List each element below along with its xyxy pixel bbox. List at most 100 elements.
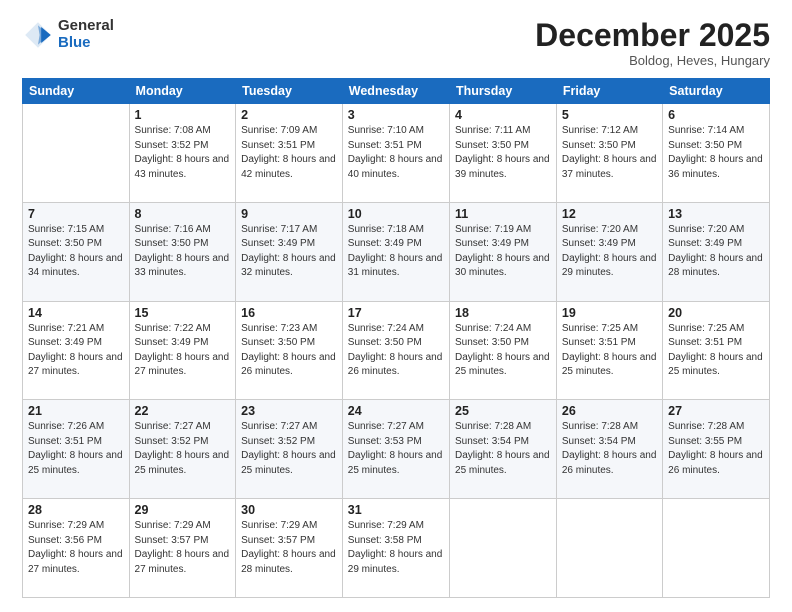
day-cell: 2 Sunrise: 7:09 AM Sunset: 3:51 PM Daylig… [236,104,343,203]
week-row-4: 28Sunrise: 7:29 AM Sunset: 3:56 PM Dayli… [23,499,770,598]
day-cell: 24 Sunrise: 7:27 AM Sunset: 3:53 PM Dayli… [342,400,449,499]
calendar-table: SundayMondayTuesdayWednesdayThursdayFrid… [22,78,770,598]
day-number: 6 [668,108,764,122]
day-info: Sunrise: 7:14 AM Sunset: 3:50 PM Dayligh… [668,124,764,182]
day-cell: 18Sunrise: 7:24 AM Sunset: 3:50 PM Dayli… [450,301,557,400]
day-number: 16 [241,306,337,320]
day-cell: 15 Sunrise: 7:22 AM Sunset: 3:49 PM Dayli… [129,301,236,400]
logo-blue-text: Blue [58,35,114,52]
day-number: 2 [241,108,337,122]
day-info: Sunrise: 7:26 AM Sunset: 3:51 PM Dayligh… [28,420,124,478]
day-header-thursday: Thursday [450,79,557,104]
day-number: 13 [668,207,764,221]
day-cell: 20 Sunrise: 7:25 AM Sunset: 3:51 PM Dayli… [663,301,770,400]
header-row: SundayMondayTuesdayWednesdayThursdayFrid… [23,79,770,104]
day-cell: 1Sunrise: 7:08 AM Sunset: 3:52 PM Daylig… [129,104,236,203]
day-info: Sunrise: 7:29 AM Sunset: 3:58 PM Dayligh… [348,519,444,577]
day-cell [663,499,770,598]
day-number: 5 [562,108,657,122]
day-info: Sunrise: 7:25 AM Sunset: 3:51 PM Dayligh… [562,322,657,380]
day-info: Sunrise: 7:15 AM Sunset: 3:50 PM Dayligh… [28,223,124,281]
day-number: 11 [455,207,551,221]
day-number: 29 [135,503,231,517]
day-cell: 11 Sunrise: 7:19 AM Sunset: 3:49 PM Dayli… [450,202,557,301]
day-info: Sunrise: 7:25 AM Sunset: 3:51 PM Dayligh… [668,322,764,380]
day-number: 28 [28,503,124,517]
day-cell [450,499,557,598]
day-cell: 19 Sunrise: 7:25 AM Sunset: 3:51 PM Dayli… [556,301,662,400]
day-number: 25 [455,404,551,418]
day-info: Sunrise: 7:21 AM Sunset: 3:49 PM Dayligh… [28,322,124,380]
day-info: Sunrise: 7:20 AM Sunset: 3:49 PM Dayligh… [668,223,764,281]
day-info: Sunrise: 7:20 AM Sunset: 3:49 PM Dayligh… [562,223,657,281]
day-info: Sunrise: 7:22 AM Sunset: 3:49 PM Dayligh… [135,322,231,380]
day-number: 22 [135,404,231,418]
day-number: 26 [562,404,657,418]
day-cell: 6 Sunrise: 7:14 AM Sunset: 3:50 PM Daylig… [663,104,770,203]
day-cell: 29 Sunrise: 7:29 AM Sunset: 3:57 PM Dayli… [129,499,236,598]
day-info: Sunrise: 7:19 AM Sunset: 3:49 PM Dayligh… [455,223,551,281]
day-number: 1 [135,108,231,122]
week-row-1: 7 Sunrise: 7:15 AM Sunset: 3:50 PM Daylig… [23,202,770,301]
day-number: 3 [348,108,444,122]
logo-text: General Blue [58,18,114,51]
day-header-sunday: Sunday [23,79,130,104]
day-number: 19 [562,306,657,320]
day-number: 17 [348,306,444,320]
day-cell: 13 Sunrise: 7:20 AM Sunset: 3:49 PM Dayli… [663,202,770,301]
day-cell: 17 Sunrise: 7:24 AM Sunset: 3:50 PM Dayli… [342,301,449,400]
day-info: Sunrise: 7:18 AM Sunset: 3:49 PM Dayligh… [348,223,444,281]
day-info: Sunrise: 7:29 AM Sunset: 3:57 PM Dayligh… [241,519,337,577]
day-info: Sunrise: 7:28 AM Sunset: 3:55 PM Dayligh… [668,420,764,478]
day-info: Sunrise: 7:12 AM Sunset: 3:50 PM Dayligh… [562,124,657,182]
day-cell: 4Sunrise: 7:11 AM Sunset: 3:50 PM Daylig… [450,104,557,203]
main-title: December 2025 [535,18,770,53]
day-cell: 27 Sunrise: 7:28 AM Sunset: 3:55 PM Dayli… [663,400,770,499]
day-cell: 10 Sunrise: 7:18 AM Sunset: 3:49 PM Dayli… [342,202,449,301]
logo: General Blue [22,18,114,51]
day-info: Sunrise: 7:27 AM Sunset: 3:52 PM Dayligh… [135,420,231,478]
logo-general-text: General [58,18,114,35]
week-row-3: 21 Sunrise: 7:26 AM Sunset: 3:51 PM Dayli… [23,400,770,499]
day-cell: 31 Sunrise: 7:29 AM Sunset: 3:58 PM Dayli… [342,499,449,598]
day-cell: 9 Sunrise: 7:17 AM Sunset: 3:49 PM Daylig… [236,202,343,301]
day-number: 8 [135,207,231,221]
day-header-monday: Monday [129,79,236,104]
day-number: 21 [28,404,124,418]
day-cell: 14 Sunrise: 7:21 AM Sunset: 3:49 PM Dayli… [23,301,130,400]
day-cell: 30Sunrise: 7:29 AM Sunset: 3:57 PM Dayli… [236,499,343,598]
day-cell: 5 Sunrise: 7:12 AM Sunset: 3:50 PM Daylig… [556,104,662,203]
subtitle: Boldog, Heves, Hungary [535,53,770,68]
day-cell: 12 Sunrise: 7:20 AM Sunset: 3:49 PM Dayli… [556,202,662,301]
day-cell: 22 Sunrise: 7:27 AM Sunset: 3:52 PM Dayli… [129,400,236,499]
day-cell [23,104,130,203]
day-info: Sunrise: 7:16 AM Sunset: 3:50 PM Dayligh… [135,223,231,281]
day-number: 18 [455,306,551,320]
day-number: 23 [241,404,337,418]
day-info: Sunrise: 7:09 AM Sunset: 3:51 PM Dayligh… [241,124,337,182]
day-number: 9 [241,207,337,221]
day-cell: 23Sunrise: 7:27 AM Sunset: 3:52 PM Dayli… [236,400,343,499]
day-number: 20 [668,306,764,320]
day-number: 14 [28,306,124,320]
day-cell [556,499,662,598]
day-cell: 8 Sunrise: 7:16 AM Sunset: 3:50 PM Daylig… [129,202,236,301]
day-number: 27 [668,404,764,418]
day-header-wednesday: Wednesday [342,79,449,104]
day-info: Sunrise: 7:17 AM Sunset: 3:49 PM Dayligh… [241,223,337,281]
day-number: 7 [28,207,124,221]
logo-icon [22,19,54,51]
day-number: 31 [348,503,444,517]
day-info: Sunrise: 7:29 AM Sunset: 3:57 PM Dayligh… [135,519,231,577]
day-info: Sunrise: 7:11 AM Sunset: 3:50 PM Dayligh… [455,124,551,182]
day-number: 12 [562,207,657,221]
day-cell: 28Sunrise: 7:29 AM Sunset: 3:56 PM Dayli… [23,499,130,598]
day-info: Sunrise: 7:27 AM Sunset: 3:53 PM Dayligh… [348,420,444,478]
day-cell: 3Sunrise: 7:10 AM Sunset: 3:51 PM Daylig… [342,104,449,203]
day-cell: 7 Sunrise: 7:15 AM Sunset: 3:50 PM Daylig… [23,202,130,301]
header: General Blue December 2025 Boldog, Heves… [22,18,770,68]
day-number: 15 [135,306,231,320]
day-number: 10 [348,207,444,221]
day-info: Sunrise: 7:24 AM Sunset: 3:50 PM Dayligh… [348,322,444,380]
day-number: 24 [348,404,444,418]
